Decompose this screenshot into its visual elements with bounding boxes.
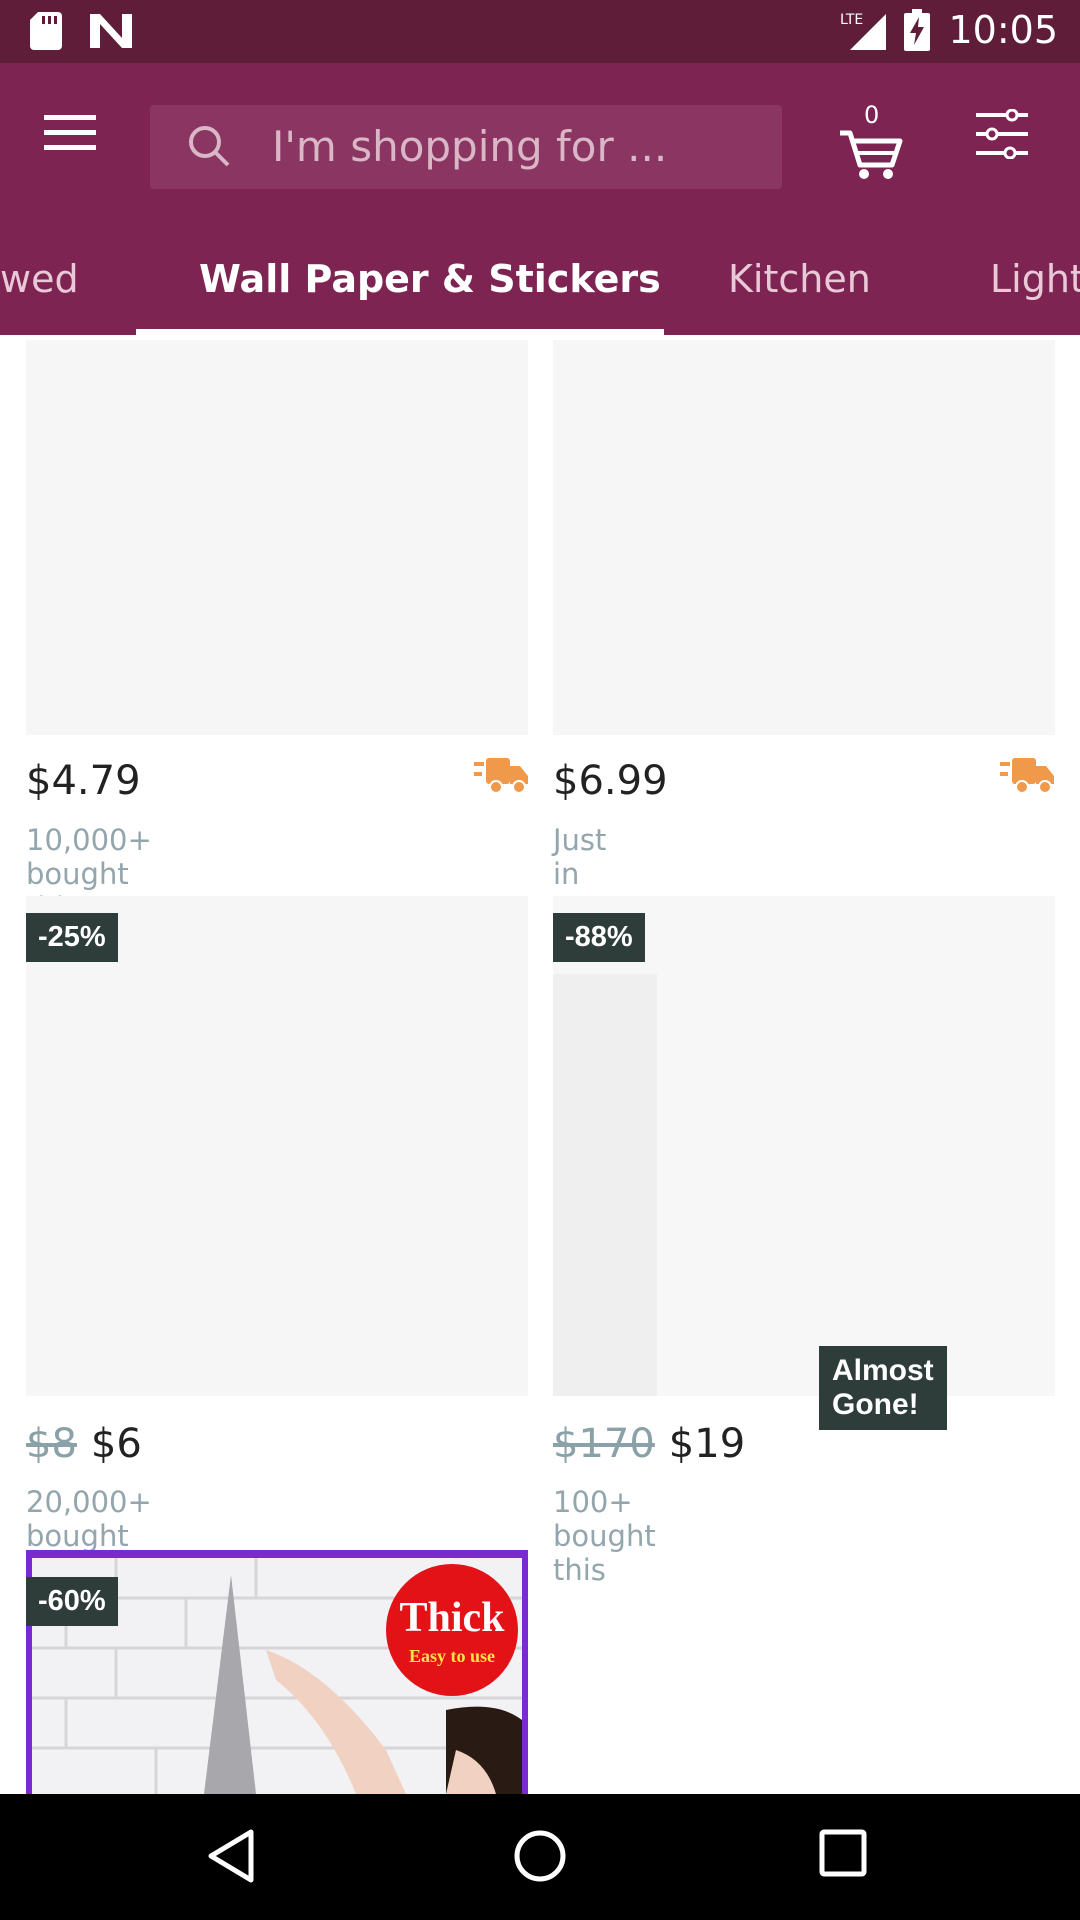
signal-icon: LTE [840,12,887,50]
recents-button[interactable] [818,1828,878,1888]
home-button[interactable] [512,1828,572,1888]
tab-wall-paper-stickers[interactable]: Wall Paper & Stickers [199,257,661,301]
product-price-row: $170 $19 [553,1421,745,1467]
sale-price: $6 [90,1421,142,1467]
back-icon [208,1829,254,1883]
truck-icon [1000,758,1054,794]
sd-card-icon [30,12,62,50]
tab-indicator [136,329,664,335]
product-image[interactable] [26,896,528,1396]
product-price: $6.99 [553,758,668,804]
product-price: $4.79 [26,758,141,804]
search-input[interactable]: I'm shopping for ... [150,105,782,189]
clock: 10:05 [948,8,1058,52]
navigation-bar [0,1794,1080,1920]
product-image[interactable] [26,340,528,735]
search-placeholder: I'm shopping for ... [272,122,668,171]
almost-gone-tag: Almost Gone! [819,1346,947,1430]
product-status: Just in [553,823,607,891]
svg-text:LTE: LTE [840,12,863,28]
category-tabs: wed Wall Paper & Stickers Kitchen Light [0,233,1080,335]
promo-subtext: Easy to use [408,1646,495,1666]
menu-icon [44,115,96,150]
tab-light[interactable]: Light [990,257,1080,301]
n-app-icon [90,14,132,48]
status-bar: LTE 10:05 [0,0,1080,63]
battery-charging-icon [904,9,931,51]
truck-icon [474,758,528,794]
cart-count: 0 [864,101,880,129]
tab-viewed[interactable]: wed [0,257,79,301]
discount-badge: -25% [26,913,118,962]
original-price: $170 [553,1421,655,1467]
menu-button[interactable] [44,113,104,173]
recents-icon [819,1829,867,1877]
home-icon [514,1830,566,1882]
product-image[interactable] [553,896,1055,1396]
back-button[interactable] [206,1828,266,1888]
app-header: I'm shopping for ... 0 wed Wall Paper & … [0,63,1080,335]
tab-kitchen[interactable]: Kitchen [728,257,871,301]
cart-button[interactable]: 0 [838,101,904,181]
promo-text: Thick [399,1595,505,1641]
product-sold-count: 100+ bought this [553,1485,656,1587]
original-price: $8 [26,1421,77,1467]
filter-icon [976,108,1028,160]
search-icon [189,126,230,167]
product-price-row: $8 $6 [26,1421,142,1467]
discount-badge: -88% [553,913,645,962]
discount-badge: -60% [26,1577,118,1626]
filter-button[interactable] [976,108,1036,169]
product-image[interactable] [553,340,1055,735]
sale-price: $19 [668,1421,746,1467]
